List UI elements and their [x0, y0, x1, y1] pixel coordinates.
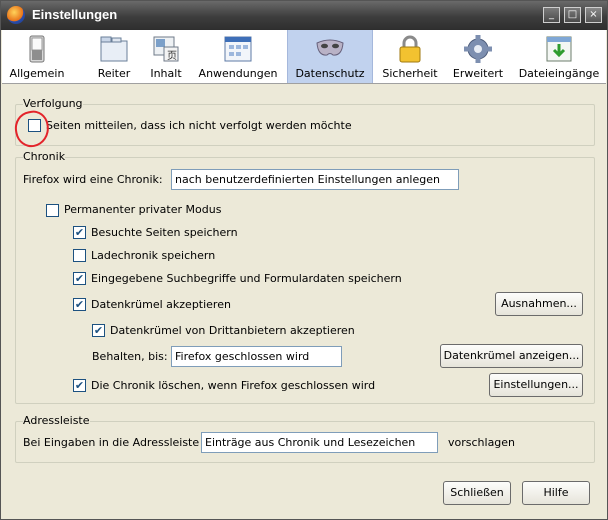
tab-label: Anwendungen [198, 67, 278, 80]
help-button[interactable]: Hilfe [522, 481, 590, 505]
tab-label: Datenschutz [295, 67, 365, 80]
tab-datenschutz[interactable]: Datenschutz [287, 30, 373, 83]
minimize-button[interactable]: _ [543, 7, 560, 23]
preferences-window: Einstellungen _ □ × Allgemein Reiter 页 I… [0, 0, 608, 520]
tab-allgemein[interactable]: Allgemein [2, 30, 72, 83]
third-party-cookies-label: Datenkrümel von Drittanbietern akzeptier… [110, 324, 355, 337]
close-window-button[interactable]: × [585, 7, 602, 23]
lock-icon [399, 35, 421, 63]
gear-icon [464, 35, 492, 63]
accept-cookies-label: Datenkrümel akzeptieren [91, 298, 231, 311]
tab-erweitert[interactable]: Erweitert [448, 30, 508, 83]
download-icon [546, 36, 572, 62]
tab-inhalt[interactable]: 页 Inhalt [144, 30, 188, 83]
maximize-button[interactable]: □ [564, 7, 581, 23]
mask-icon [316, 39, 344, 56]
firefox-icon [7, 6, 25, 24]
applications-icon [224, 36, 252, 62]
private-mode-checkbox[interactable] [46, 204, 59, 217]
keep-until-select[interactable]: Firefox geschlossen wird [171, 346, 342, 367]
switch-icon [29, 35, 45, 63]
tab-sicherheit[interactable]: Sicherheit [378, 30, 442, 83]
clear-history-checkbox[interactable]: ✔ [73, 379, 86, 392]
tab-anwendungen[interactable]: Anwendungen [196, 30, 280, 83]
download-history-checkbox[interactable] [73, 249, 86, 262]
visited-pages-label: Besuchte Seiten speichern [91, 226, 238, 239]
tab-reiter[interactable]: Reiter [90, 30, 138, 83]
form-history-checkbox[interactable]: ✔ [73, 272, 86, 285]
svg-text:页: 页 [167, 50, 177, 62]
window-title: Einstellungen [32, 7, 118, 22]
tab-label: Dateieingänge [518, 67, 600, 80]
history-mode-select[interactable]: nach benutzerdefinierten Einstellungen a… [171, 169, 459, 190]
third-party-cookies-checkbox[interactable]: ✔ [92, 324, 105, 337]
visited-pages-checkbox[interactable]: ✔ [73, 226, 86, 239]
form-history-label: Eingegebene Suchbegriffe und Formulardat… [91, 272, 402, 285]
title-bar[interactable]: Einstellungen _ □ × [1, 1, 607, 30]
urlbar-group-label: Adressleiste [23, 414, 90, 427]
exceptions-button[interactable]: Ausnahmen... [495, 292, 583, 316]
clear-settings-button[interactable]: Einstellungen... [489, 373, 583, 397]
urlbar-prefix-label: Bei Eingaben in die Adressleiste [23, 436, 200, 449]
tab-label: Allgemein [9, 67, 65, 80]
do-not-track-label: Seiten mitteilen, dass ich nicht verfolg… [46, 119, 352, 132]
urlbar-suffix-label: vorschlagen [448, 436, 516, 449]
tabs-icon [100, 36, 128, 62]
show-cookies-button[interactable]: Datenkrümel anzeigen... [440, 344, 583, 368]
history-mode-label: Firefox wird eine Chronik: [23, 173, 163, 186]
urlbar-suggest-select[interactable]: Einträge aus Chronik und Lesezeichen [201, 432, 438, 453]
download-history-label: Ladechronik speichern [91, 249, 216, 262]
tab-dateieingaenge[interactable]: Dateieingänge [514, 30, 604, 83]
tab-label: Sicherheit [382, 67, 438, 80]
tab-label: Erweitert [452, 67, 504, 80]
preferences-toolbar: Allgemein Reiter 页 Inhalt Anwendungen Da… [2, 30, 606, 84]
tracking-group-label: Verfolgung [23, 97, 83, 110]
history-group-label: Chronik [23, 150, 66, 163]
content-icon: 页 [153, 36, 179, 62]
tab-label: Inhalt [150, 67, 182, 80]
keep-until-label: Behalten, bis: [92, 350, 168, 363]
private-mode-label: Permanenter privater Modus [64, 203, 222, 216]
close-button[interactable]: Schließen [443, 481, 511, 505]
clear-history-label: Die Chronik löschen, wenn Firefox geschl… [91, 379, 376, 392]
tab-label: Reiter [97, 67, 131, 80]
accept-cookies-checkbox[interactable]: ✔ [73, 298, 86, 311]
